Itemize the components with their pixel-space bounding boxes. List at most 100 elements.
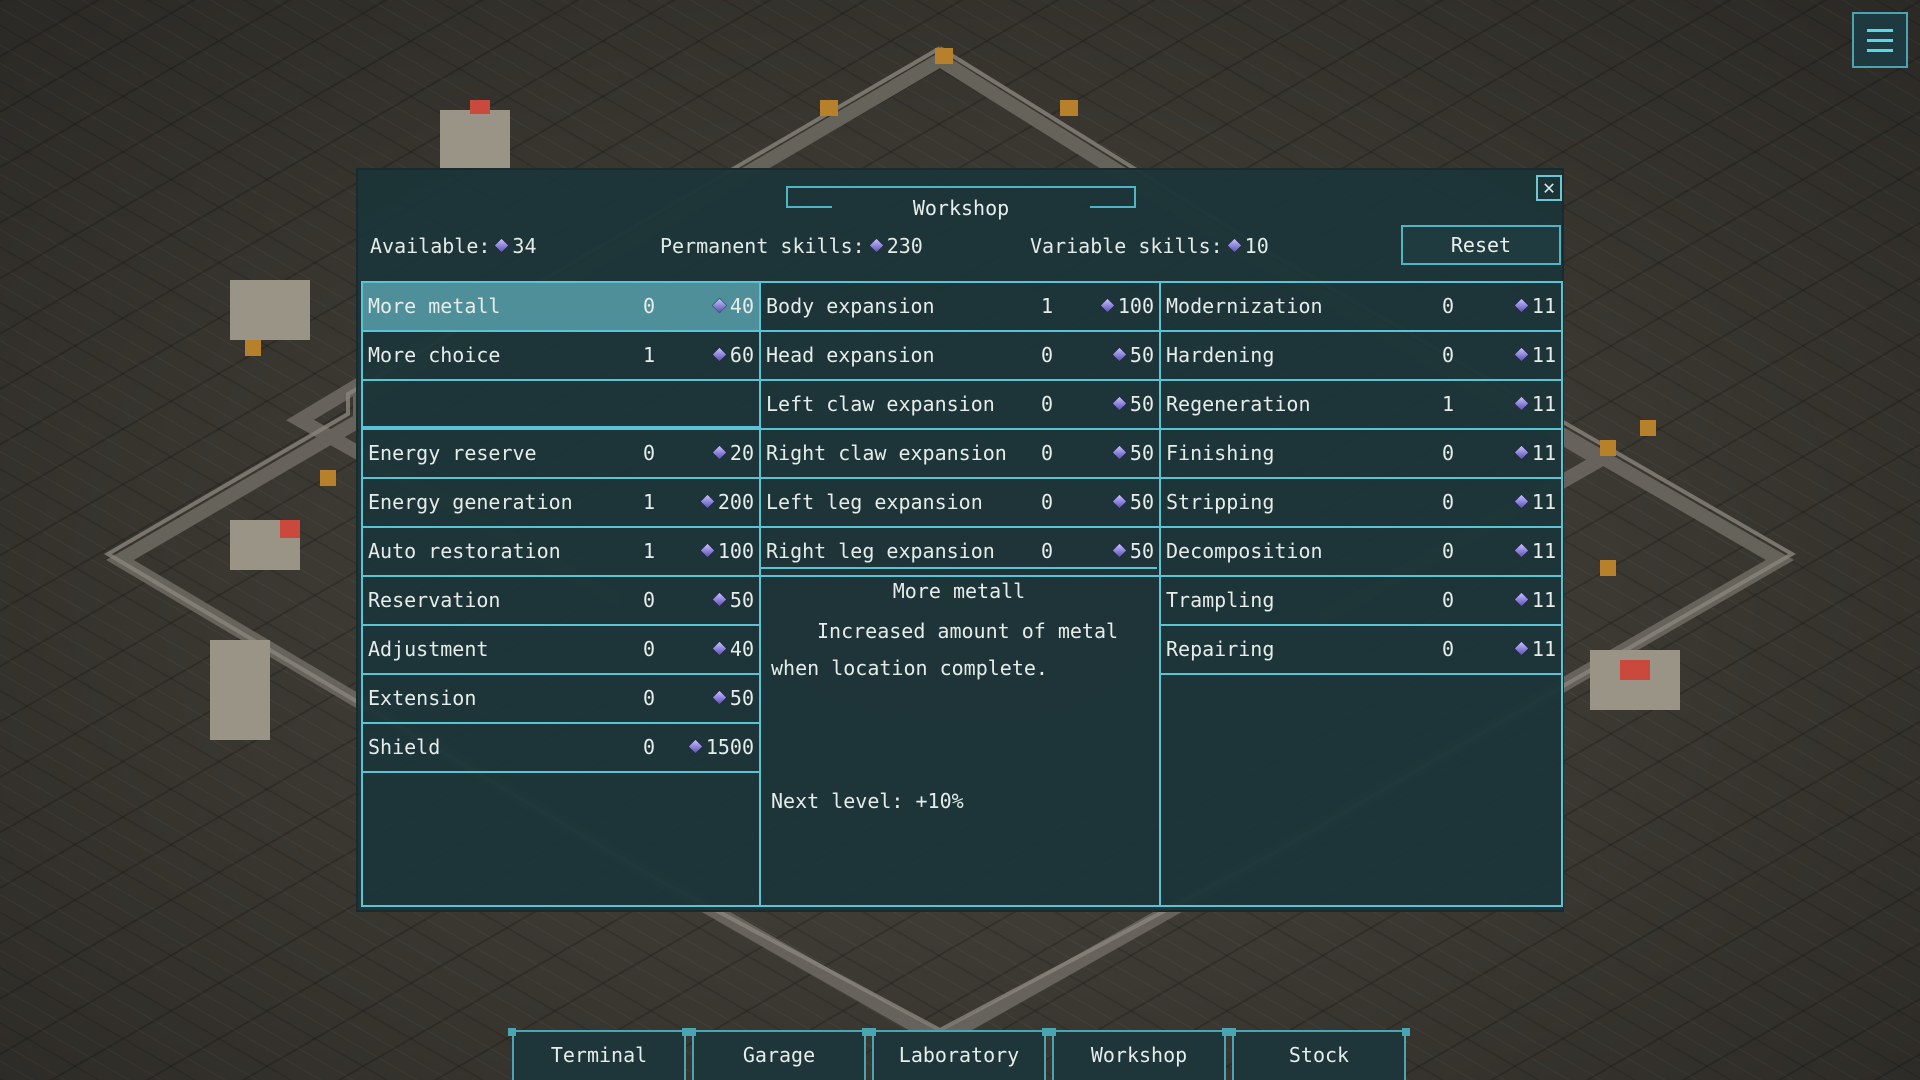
crystal-gem-icon [1112, 445, 1127, 460]
crystal-gem-icon [1112, 494, 1127, 509]
close-icon: ✕ [1542, 175, 1556, 199]
permanent-skills-value: 230 [886, 234, 923, 258]
expansion-skills-group: Body expansion 1 100 Head expansion 0 50 Left … [761, 283, 1159, 577]
crystal-gem-icon [712, 592, 727, 607]
skill-cost-value: 11 [1531, 441, 1556, 465]
skill-row[interactable]: Finishing 0 11 [1161, 430, 1561, 479]
skill-row[interactable]: Stripping 0 11 [1161, 479, 1561, 528]
available-value: 34 [512, 234, 537, 258]
skill-cost-value: 100 [717, 539, 754, 563]
nav-stock[interactable]: Stock [1228, 1028, 1410, 1080]
reset-button[interactable]: Reset [1401, 225, 1561, 265]
skill-cost-value: 40 [729, 294, 754, 318]
skill-name: Finishing [1166, 441, 1275, 465]
skill-row[interactable]: Regeneration 1 11 [1161, 381, 1561, 430]
skill-cost: 11 [1510, 283, 1556, 329]
skill-cost: 11 [1510, 479, 1556, 525]
skill-cost: 100 [696, 528, 754, 574]
skill-level: 0 [642, 686, 656, 710]
skill-row[interactable]: Body expansion 1 100 [761, 283, 1159, 332]
skill-cost: 11 [1510, 430, 1556, 476]
skill-row[interactable]: Decomposition 0 11 [1161, 528, 1561, 577]
crystal-gem-icon [1514, 494, 1529, 509]
skill-row[interactable]: More choice 1 60 [363, 332, 759, 381]
skill-level: 1 [642, 539, 656, 563]
skill-cost: 50 [1108, 332, 1154, 378]
skill-cost: 50 [708, 675, 754, 721]
skill-name: Repairing [1166, 637, 1275, 661]
skill-cost: 11 [1510, 626, 1556, 672]
skill-level: 0 [1441, 343, 1455, 367]
skill-row[interactable]: Energy generation 1 200 [363, 479, 759, 528]
skill-cost-value: 11 [1531, 637, 1556, 661]
skill-level: 1 [1441, 392, 1455, 416]
skills-column-metal-energy: More metall 0 40 More choice 1 60 Energy rese… [361, 281, 761, 907]
skill-cost-value: 50 [1129, 490, 1154, 514]
skill-row[interactable]: More metall 0 40 [363, 283, 759, 332]
skill-row[interactable]: Shield 0 1500 [363, 724, 759, 773]
crystal-gem-icon [712, 445, 727, 460]
description-next-level: Next level: +10% [771, 789, 964, 813]
crystal-gem-icon [700, 494, 714, 509]
variable-skills-group: Modernization 0 11 Hardening 0 11 Regeneration… [1161, 283, 1561, 675]
skill-cost: 200 [696, 479, 754, 525]
skill-cost: 1500 [684, 724, 754, 770]
skill-name: More metall [368, 294, 501, 318]
skill-row[interactable]: Reservation 0 50 [363, 577, 759, 626]
skill-cost-value: 11 [1531, 294, 1556, 318]
skill-description-panel: More metall Increased amount of metal wh… [761, 567, 1157, 907]
skill-cost-value: 1500 [705, 735, 754, 759]
skill-row[interactable]: Head expansion 0 50 [761, 332, 1159, 381]
skill-cost-value: 11 [1531, 490, 1556, 514]
close-button[interactable]: ✕ [1536, 175, 1562, 201]
skill-row[interactable]: Adjustment 0 40 [363, 626, 759, 675]
skill-row[interactable]: Trampling 0 11 [1161, 577, 1561, 626]
skill-cost: 11 [1510, 381, 1556, 427]
skill-row[interactable]: Auto restoration 1 100 [363, 528, 759, 577]
skill-cost-value: 200 [717, 490, 754, 514]
skill-cost: 11 [1510, 577, 1556, 623]
skill-row[interactable]: Right claw expansion 0 50 [761, 430, 1159, 479]
skill-name: Adjustment [368, 637, 489, 661]
skill-cost: 11 [1510, 332, 1556, 378]
skill-row[interactable]: Energy reserve 0 20 [363, 430, 759, 479]
crystal-gem-icon [1514, 396, 1529, 411]
crystal-gem-icon [1514, 543, 1529, 558]
crystal-gem-icon [712, 347, 727, 362]
energy-skills-group: Energy reserve 0 20 Energy generation 1 200 Au… [363, 430, 759, 773]
skill-cost: 20 [708, 430, 754, 476]
skill-cost: 40 [708, 283, 754, 329]
skill-level: 0 [642, 294, 656, 318]
skill-row[interactable]: Repairing 0 11 [1161, 626, 1561, 675]
skill-name: Auto restoration [368, 539, 561, 563]
nav-workshop[interactable]: Workshop [1048, 1028, 1230, 1080]
skill-level: 0 [1040, 392, 1054, 416]
skills-column-variable: Modernization 0 11 Hardening 0 11 Regeneration… [1161, 281, 1563, 907]
skill-level: 1 [642, 490, 656, 514]
nav-garage[interactable]: Garage [688, 1028, 870, 1080]
nav-laboratory[interactable]: Laboratory [868, 1028, 1050, 1080]
main-menu-button[interactable] [1852, 12, 1908, 68]
skill-row[interactable]: Extension 0 50 [363, 675, 759, 724]
nav-terminal[interactable]: Terminal [508, 1028, 690, 1080]
skill-cost-value: 50 [1129, 539, 1154, 563]
skill-name: Hardening [1166, 343, 1275, 367]
crystal-gem-icon [1514, 298, 1529, 313]
crystal-gem-icon [712, 641, 727, 656]
available-stat: Available: 34 [370, 234, 537, 258]
skill-row[interactable]: Left claw expansion 0 50 [761, 381, 1159, 430]
crystal-gem-icon [712, 298, 727, 313]
skill-row[interactable]: Left leg expansion 0 50 [761, 479, 1159, 528]
skill-name: Regeneration [1166, 392, 1311, 416]
skill-level: 0 [642, 735, 656, 759]
skill-name: Left claw expansion [766, 392, 995, 416]
skill-row[interactable]: Hardening 0 11 [1161, 332, 1561, 381]
skill-cost-value: 60 [729, 343, 754, 367]
crystal-gem-icon [1112, 347, 1127, 362]
skill-level: 1 [642, 343, 656, 367]
skill-level: 0 [1040, 441, 1054, 465]
permanent-skills-stat: Permanent skills: 230 [660, 234, 923, 258]
skill-cost-value: 11 [1531, 539, 1556, 563]
skill-name: Energy reserve [368, 441, 537, 465]
skill-row[interactable]: Modernization 0 11 [1161, 283, 1561, 332]
